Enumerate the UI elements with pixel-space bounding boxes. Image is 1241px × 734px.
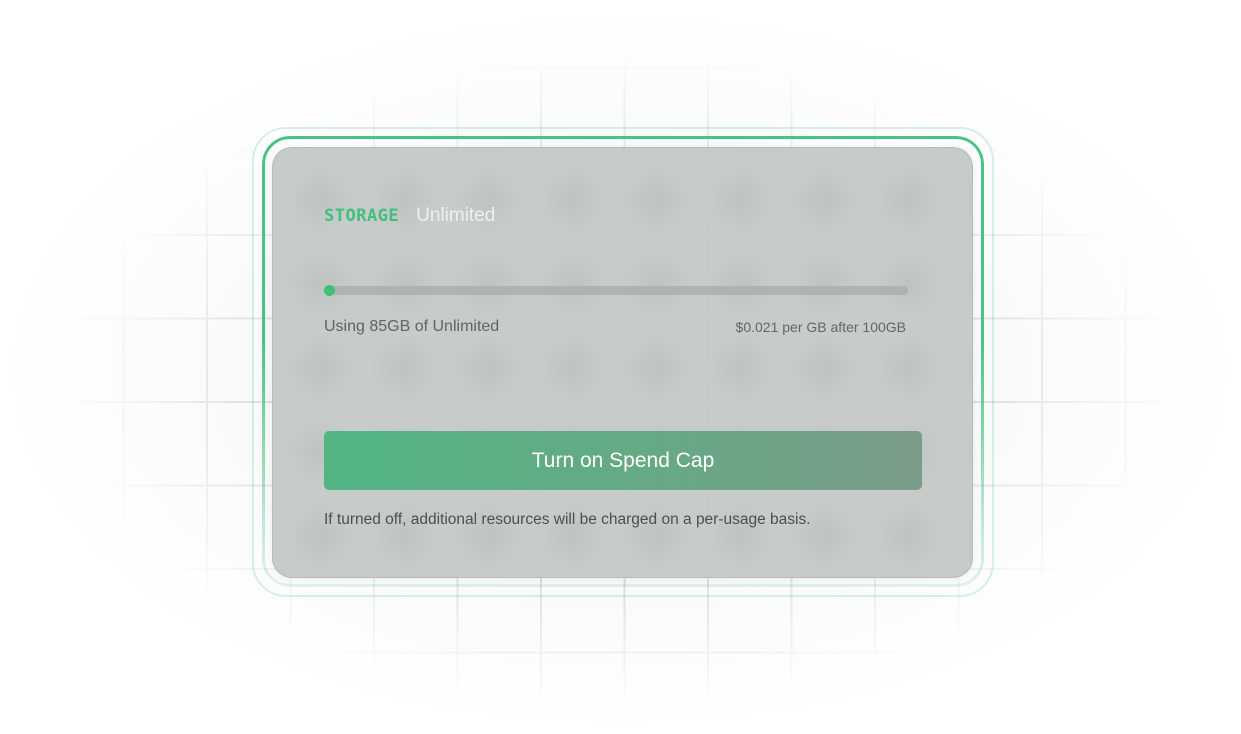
- storage-header: STORAGE Unlimited: [324, 205, 495, 227]
- storage-usage-progress-bar: [324, 285, 908, 296]
- storage-card: STORAGE Unlimited Using 85GB of Unlimite…: [272, 147, 973, 578]
- storage-usage-progress-fill: [324, 285, 335, 296]
- storage-plan-name: Unlimited: [416, 205, 496, 226]
- storage-section-label: STORAGE: [324, 206, 400, 226]
- spend-cap-note: If turned off, additional resources will…: [324, 511, 811, 528]
- turn-on-spend-cap-button[interactable]: Turn on Spend Cap: [324, 431, 922, 490]
- storage-price-text: $0.021 per GB after 100GB: [735, 319, 906, 335]
- storage-usage-text: Using 85GB of Unlimited: [324, 318, 500, 335]
